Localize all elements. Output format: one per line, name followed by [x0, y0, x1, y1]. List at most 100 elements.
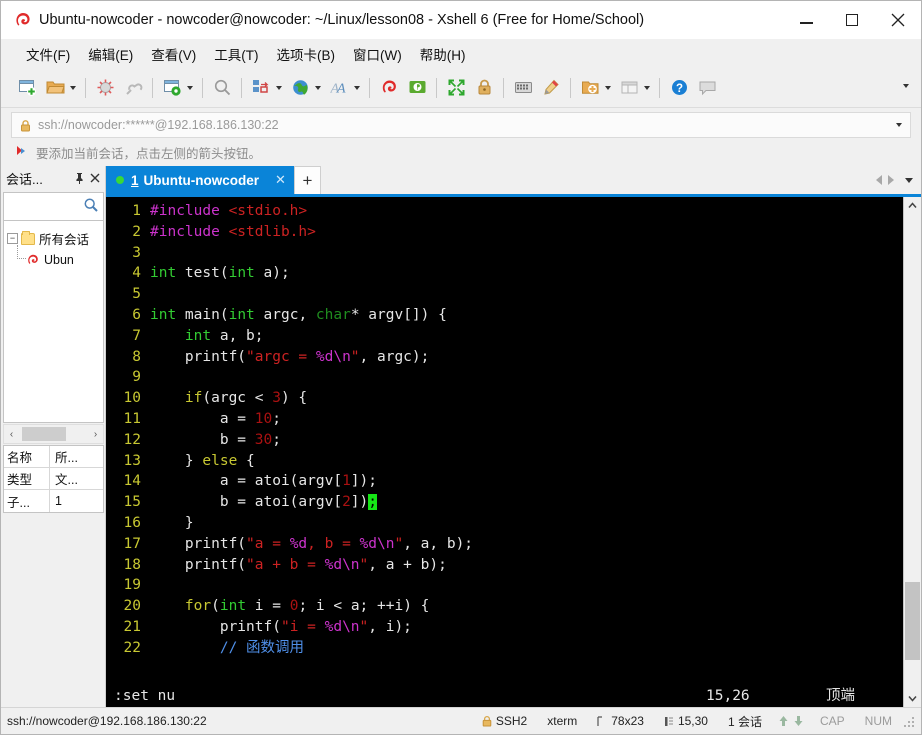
tree-node-ubuntu-session[interactable]: Ubun — [4, 249, 103, 270]
sidebar-search-box[interactable] — [3, 192, 104, 221]
scroll-up-arrow[interactable] — [904, 197, 921, 214]
fullscreen-icon[interactable] — [443, 75, 469, 101]
terminal-line: 3 — [106, 243, 903, 264]
sessions-tree[interactable]: − 所有会话 Ubun — [3, 221, 104, 423]
toolbar-separator — [570, 77, 571, 98]
open-folder-icon[interactable] — [42, 75, 68, 101]
tree-node-all-sessions[interactable]: − 所有会话 — [4, 228, 103, 249]
session-properties-icon[interactable] — [159, 75, 185, 101]
folder-dropdown-caret[interactable] — [70, 85, 76, 90]
pin-icon[interactable] — [72, 169, 87, 187]
chat-icon[interactable] — [694, 75, 720, 101]
minimize-button[interactable] — [783, 1, 829, 39]
line-number: 8 — [132, 348, 141, 365]
tab-number: 1 — [131, 172, 139, 188]
property-value: 1 — [55, 494, 62, 508]
terminal-pane: 1 Ubuntu-nowcoder ✕ + 1 #include <stdio.h… — [105, 166, 921, 707]
hscroll-right-arrow[interactable]: › — [88, 429, 103, 440]
property-row: 子... 1 — [4, 490, 103, 512]
sidebar-filler — [2, 513, 105, 707]
line-number: 9 — [132, 369, 141, 386]
hscroll-left-arrow[interactable]: ‹ — [4, 429, 19, 440]
terminal-line: 2 #include <stdlib.h> — [106, 222, 903, 243]
new-session-icon[interactable] — [14, 75, 40, 101]
line-content: } — [150, 514, 194, 531]
search-icon[interactable] — [83, 197, 99, 216]
hscroll-thumb[interactable] — [22, 427, 66, 441]
status-size-label: 78x23 — [611, 714, 644, 728]
help-icon[interactable]: ? — [666, 75, 692, 101]
note-dropdown-caret[interactable] — [605, 85, 611, 90]
toolbar-separator — [85, 77, 86, 98]
terminal-line: 22 // 函数调用 — [106, 638, 903, 659]
prev-tab-arrow[interactable] — [876, 175, 882, 185]
tab-ubuntu-nowcoder[interactable]: 1 Ubuntu-nowcoder ✕ — [106, 166, 294, 194]
terminal-wrapper: 1 #include <stdio.h> 2 #include <stdlib.h> 3… — [106, 197, 921, 707]
line-number: 20 — [123, 598, 141, 615]
line-content: b = 30; — [150, 431, 281, 448]
globe-dropdown-caret[interactable] — [315, 85, 321, 90]
toolbar-separator — [202, 77, 203, 98]
property-row: 类型 文... — [4, 468, 103, 490]
next-tab-arrow[interactable] — [888, 175, 894, 185]
terminal-line: 20 for(int i = 0; i < a; ++i) { — [106, 596, 903, 617]
layout-icon[interactable] — [248, 75, 274, 101]
keyboard-icon[interactable] — [510, 75, 536, 101]
line-content: } else { — [150, 452, 255, 469]
lock-icon[interactable] — [471, 75, 497, 101]
compose-dropdown-caret[interactable] — [644, 85, 650, 90]
new-tab-button[interactable]: + — [293, 166, 321, 194]
menu-tools[interactable]: 工具(T) — [205, 41, 267, 67]
property-value: 所... — [55, 451, 78, 465]
add-note-icon[interactable] — [577, 75, 603, 101]
address-bar[interactable]: ssh://nowcoder:******@192.168.186.130:22 — [11, 112, 911, 138]
layout-dropdown-caret[interactable] — [276, 85, 282, 90]
menu-file[interactable]: 文件(F) — [17, 41, 79, 67]
terminal-line: 16 } — [106, 513, 903, 534]
terminal-line: 17 printf("a = %d, b = %d\n", a, b); — [106, 534, 903, 555]
scroll-down-arrow[interactable] — [904, 690, 921, 707]
menu-tab[interactable]: 选项卡(B) — [268, 41, 345, 67]
hscroll-track[interactable] — [19, 427, 88, 441]
scrollbar-track[interactable] — [904, 214, 921, 690]
highlight-icon[interactable] — [538, 75, 564, 101]
line-content: int a, b; — [184, 327, 264, 344]
line-number: 18 — [123, 556, 141, 573]
terminal-line: 1 #include <stdio.h> — [106, 201, 903, 222]
sidebar-hscrollbar[interactable]: ‹ › — [3, 424, 104, 444]
menu-edit[interactable]: 编辑(E) — [79, 41, 142, 67]
menu-view[interactable]: 查看(V) — [142, 41, 205, 67]
terminal-screen[interactable]: 1 #include <stdio.h> 2 #include <stdlib.h> 3… — [106, 197, 903, 707]
maximize-button[interactable] — [829, 1, 875, 39]
toolbar-overflow-caret[interactable] — [903, 84, 909, 88]
address-dropdown-caret[interactable] — [896, 123, 902, 127]
resize-grip-icon[interactable] — [902, 714, 916, 728]
line-content: int test(int a); — [150, 265, 290, 282]
session-properties-table: 名称 所... 类型 文... 子... 1 — [3, 445, 104, 513]
reconnect-icon[interactable] — [120, 75, 146, 101]
terminal-line: 15 b = atoi(argv[2]); — [106, 492, 903, 513]
compose-pane-icon[interactable] — [616, 75, 642, 101]
font-icon[interactable]: A A — [326, 75, 352, 101]
disconnect-icon[interactable] — [92, 75, 118, 101]
tab-list-caret[interactable] — [905, 177, 913, 183]
font-dropdown-caret[interactable] — [354, 85, 360, 90]
address-input[interactable]: ssh://nowcoder:******@192.168.186.130:22 — [38, 118, 895, 132]
xftp-icon[interactable] — [404, 75, 430, 101]
globe-icon[interactable] — [287, 75, 313, 101]
properties-dropdown-caret[interactable] — [187, 85, 193, 90]
terminal-scrollbar[interactable] — [903, 197, 921, 707]
expander-icon[interactable]: − — [7, 233, 18, 244]
close-icon[interactable] — [87, 169, 102, 187]
toolbar-separator — [369, 77, 370, 98]
menu-help[interactable]: 帮助(H) — [411, 41, 475, 67]
tab-close-icon[interactable]: ✕ — [275, 172, 286, 188]
upload-arrow-icon — [778, 715, 789, 727]
xshell-icon[interactable] — [376, 75, 402, 101]
line-content: a = atoi(argv[1]); — [150, 473, 377, 490]
menu-window[interactable]: 窗口(W) — [344, 41, 411, 67]
terminal-line: 11 a = 10; — [106, 409, 903, 430]
close-button[interactable] — [875, 1, 921, 39]
scrollbar-thumb[interactable] — [905, 582, 920, 660]
find-icon[interactable] — [209, 75, 235, 101]
